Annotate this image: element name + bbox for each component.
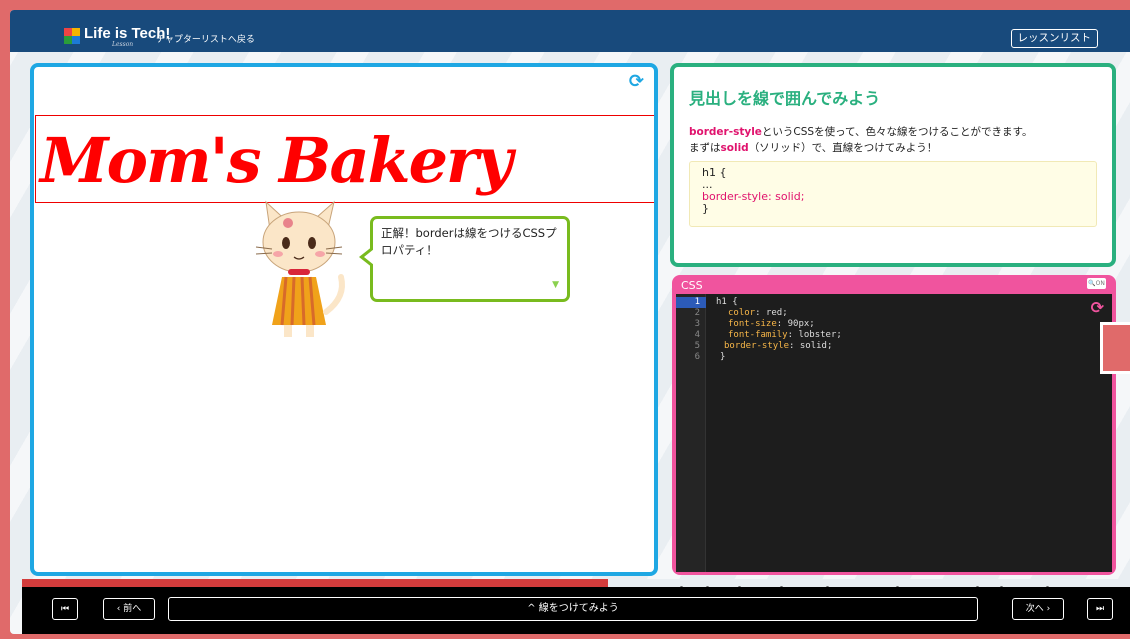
line-number: 4 (694, 330, 700, 340)
speech-bubble: 正解！borderは線をつけるCSSプロパティ！ ▼ (359, 216, 570, 302)
code-sample: h1 { ... border-style: solid; } (689, 161, 1097, 227)
instruction-title: 見出しを線で囲んでみよう (689, 89, 881, 108)
refresh-icon[interactable]: ⟳ (629, 71, 644, 92)
code-line: font-size: 90px; (728, 319, 815, 329)
line-gutter: 1 2 3 4 5 6 (676, 294, 706, 572)
lesson-progress-bar (22, 579, 1130, 587)
code-editor[interactable]: 1 2 3 4 5 6 h1 { color: red; font-size: … (676, 294, 1112, 572)
line-number: 6 (694, 352, 700, 362)
preview-panel: ⟳ Mom's Bakery 正解！borderは線をつけるCSSプロパティ！ … (30, 63, 658, 576)
next-button[interactable]: 次へ › (1012, 598, 1064, 620)
line-number: 5 (694, 341, 700, 351)
instruction-panel: 見出しを線で囲んでみよう border-styleというCSSを使って、色々な線… (670, 63, 1116, 267)
zoom-toggle-button[interactable]: 🔍ON (1087, 278, 1106, 289)
code-line: font-family: lobster; (728, 330, 842, 340)
css-editor-panel: CSS 🔍ON 1 2 3 4 5 6 h1 { color: red; fon… (672, 275, 1116, 575)
speech-bubble-text: 正解！borderは線をつけるCSSプロパティ！ (381, 226, 557, 257)
bubble-next-icon[interactable]: ▼ (552, 277, 559, 294)
top-bar: Life is Tech! Lesson チャプターリストへ戻る レッスンリスト (10, 10, 1130, 52)
preview-heading-box: Mom's Bakery (35, 115, 654, 203)
cat-character-icon (255, 200, 345, 337)
progress-remaining (608, 579, 1130, 587)
code-line: color: red; (728, 308, 788, 318)
chapter-list-link[interactable]: チャプターリストへ戻る (156, 32, 255, 45)
step-title-button[interactable]: ^ 線をつけてみよう (168, 597, 978, 621)
last-step-button[interactable]: ⏭ (1087, 598, 1113, 620)
code-line: h1 { (716, 297, 738, 307)
preview-heading: Mom's Bakery (40, 124, 513, 197)
app-frame: Life is Tech! Lesson チャプターリストへ戻る レッスンリスト… (10, 10, 1130, 634)
code-line: } (720, 352, 726, 362)
side-tab[interactable] (1100, 322, 1130, 374)
first-step-button[interactable]: ⏮ (52, 598, 78, 620)
progress-fill (22, 579, 608, 587)
logo-sub: Lesson (112, 41, 134, 48)
line-number: 1 (676, 297, 706, 308)
bottom-nav-bar: ⏮ ‹ 前へ ^ 線をつけてみよう 次へ › ⏭ (22, 587, 1130, 634)
instruction-body: border-styleというCSSを使って、色々な線をつけることができます。 … (689, 126, 1033, 154)
lesson-list-button[interactable]: レッスンリスト (1010, 29, 1098, 48)
reset-code-icon[interactable]: ⟳ (1091, 298, 1104, 317)
prev-button[interactable]: ‹ 前へ (103, 598, 155, 620)
code-line: border-style: solid; (724, 341, 833, 351)
css-label: CSS (681, 279, 703, 292)
logo-icon (64, 28, 80, 44)
line-number: 3 (694, 319, 700, 329)
line-number: 2 (694, 308, 700, 318)
